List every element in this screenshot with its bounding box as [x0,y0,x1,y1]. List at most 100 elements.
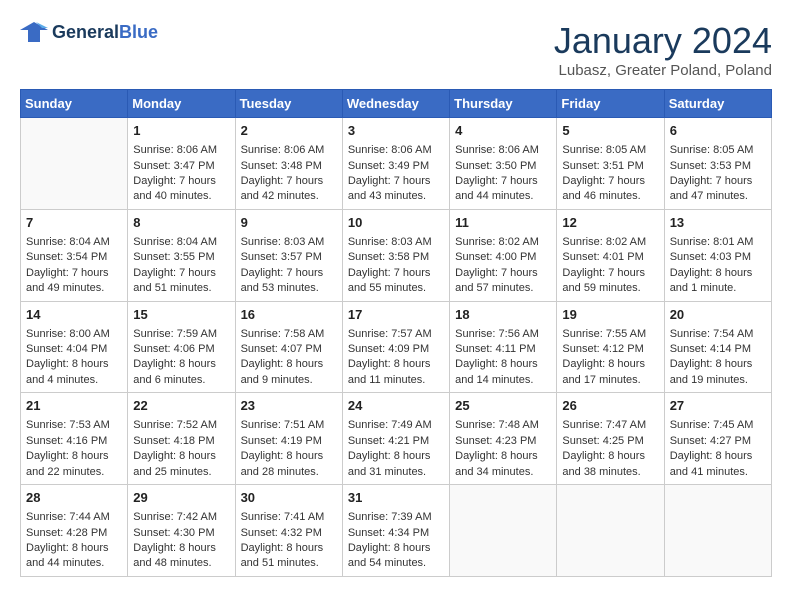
day-number: 13 [670,214,766,232]
day-info: Sunrise: 7:53 AMSunset: 4:16 PMDaylight:… [26,418,122,480]
day-info: Sunrise: 8:02 AMSunset: 4:01 PMDaylight:… [562,235,658,297]
calendar-cell: 4 Sunrise: 8:06 AMSunset: 3:50 PMDayligh… [450,118,557,210]
calendar-cell: 13 Sunrise: 8:01 AMSunset: 4:03 PMDaylig… [664,209,771,301]
day-info: Sunrise: 8:00 AMSunset: 4:04 PMDaylight:… [26,327,122,389]
day-number: 28 [26,489,122,507]
header-monday: Monday [128,90,235,118]
day-number: 22 [133,397,229,415]
day-info: Sunrise: 8:03 AMSunset: 3:58 PMDaylight:… [348,235,444,297]
day-number: 18 [455,306,551,324]
calendar-cell: 16 Sunrise: 7:58 AMSunset: 4:07 PMDaylig… [235,301,342,393]
header-saturday: Saturday [664,90,771,118]
day-number: 19 [562,306,658,324]
day-number: 29 [133,489,229,507]
day-info: Sunrise: 7:51 AMSunset: 4:19 PMDaylight:… [241,418,337,480]
calendar-week-row: 7 Sunrise: 8:04 AMSunset: 3:54 PMDayligh… [21,209,772,301]
calendar-week-row: 21 Sunrise: 7:53 AMSunset: 4:16 PMDaylig… [21,393,772,485]
calendar-header-row: SundayMondayTuesdayWednesdayThursdayFrid… [21,90,772,118]
calendar-cell: 24 Sunrise: 7:49 AMSunset: 4:21 PMDaylig… [342,393,449,485]
day-number: 20 [670,306,766,324]
calendar-cell: 28 Sunrise: 7:44 AMSunset: 4:28 PMDaylig… [21,485,128,577]
day-number: 10 [348,214,444,232]
calendar-cell: 6 Sunrise: 8:05 AMSunset: 3:53 PMDayligh… [664,118,771,210]
day-number: 3 [348,122,444,140]
day-number: 11 [455,214,551,232]
calendar-cell: 27 Sunrise: 7:45 AMSunset: 4:27 PMDaylig… [664,393,771,485]
day-number: 27 [670,397,766,415]
day-number: 21 [26,397,122,415]
day-info: Sunrise: 7:56 AMSunset: 4:11 PMDaylight:… [455,327,551,389]
day-number: 24 [348,397,444,415]
calendar-cell: 21 Sunrise: 7:53 AMSunset: 4:16 PMDaylig… [21,393,128,485]
day-info: Sunrise: 8:05 AMSunset: 3:53 PMDaylight:… [670,143,766,205]
month-title: January 2024 [554,20,772,62]
day-number: 15 [133,306,229,324]
calendar-cell [450,485,557,577]
header-tuesday: Tuesday [235,90,342,118]
calendar-week-row: 14 Sunrise: 8:00 AMSunset: 4:04 PMDaylig… [21,301,772,393]
calendar-cell: 10 Sunrise: 8:03 AMSunset: 3:58 PMDaylig… [342,209,449,301]
day-info: Sunrise: 7:48 AMSunset: 4:23 PMDaylight:… [455,418,551,480]
day-info: Sunrise: 8:06 AMSunset: 3:50 PMDaylight:… [455,143,551,205]
calendar-cell: 22 Sunrise: 7:52 AMSunset: 4:18 PMDaylig… [128,393,235,485]
calendar-cell: 11 Sunrise: 8:02 AMSunset: 4:00 PMDaylig… [450,209,557,301]
header-sunday: Sunday [21,90,128,118]
day-number: 23 [241,397,337,415]
calendar-cell: 15 Sunrise: 7:59 AMSunset: 4:06 PMDaylig… [128,301,235,393]
day-number: 14 [26,306,122,324]
day-info: Sunrise: 8:05 AMSunset: 3:51 PMDaylight:… [562,143,658,205]
title-block: January 2024 Lubasz, Greater Poland, Pol… [554,20,772,79]
day-info: Sunrise: 7:52 AMSunset: 4:18 PMDaylight:… [133,418,229,480]
day-info: Sunrise: 7:55 AMSunset: 4:12 PMDaylight:… [562,327,658,389]
day-number: 12 [562,214,658,232]
day-info: Sunrise: 7:59 AMSunset: 4:06 PMDaylight:… [133,327,229,389]
day-info: Sunrise: 8:06 AMSunset: 3:47 PMDaylight:… [133,143,229,205]
day-number: 26 [562,397,658,415]
logo-text: GeneralBlue [52,22,158,43]
calendar-table: SundayMondayTuesdayWednesdayThursdayFrid… [20,89,772,577]
day-number: 6 [670,122,766,140]
day-info: Sunrise: 8:06 AMSunset: 3:49 PMDaylight:… [348,143,444,205]
calendar-cell: 14 Sunrise: 8:00 AMSunset: 4:04 PMDaylig… [21,301,128,393]
day-info: Sunrise: 7:49 AMSunset: 4:21 PMDaylight:… [348,418,444,480]
day-info: Sunrise: 7:57 AMSunset: 4:09 PMDaylight:… [348,327,444,389]
day-number: 17 [348,306,444,324]
day-info: Sunrise: 7:54 AMSunset: 4:14 PMDaylight:… [670,327,766,389]
calendar-week-row: 28 Sunrise: 7:44 AMSunset: 4:28 PMDaylig… [21,485,772,577]
day-info: Sunrise: 8:01 AMSunset: 4:03 PMDaylight:… [670,235,766,297]
logo-icon [20,20,48,44]
day-number: 16 [241,306,337,324]
calendar-cell: 31 Sunrise: 7:39 AMSunset: 4:34 PMDaylig… [342,485,449,577]
calendar-cell: 3 Sunrise: 8:06 AMSunset: 3:49 PMDayligh… [342,118,449,210]
calendar-cell: 12 Sunrise: 8:02 AMSunset: 4:01 PMDaylig… [557,209,664,301]
logo: GeneralBlue [20,20,158,44]
location: Lubasz, Greater Poland, Poland [554,62,772,79]
calendar-cell: 23 Sunrise: 7:51 AMSunset: 4:19 PMDaylig… [235,393,342,485]
day-info: Sunrise: 8:04 AMSunset: 3:54 PMDaylight:… [26,235,122,297]
day-info: Sunrise: 7:41 AMSunset: 4:32 PMDaylight:… [241,510,337,572]
calendar-cell: 9 Sunrise: 8:03 AMSunset: 3:57 PMDayligh… [235,209,342,301]
calendar-cell: 1 Sunrise: 8:06 AMSunset: 3:47 PMDayligh… [128,118,235,210]
day-info: Sunrise: 8:06 AMSunset: 3:48 PMDaylight:… [241,143,337,205]
day-number: 8 [133,214,229,232]
calendar-cell: 30 Sunrise: 7:41 AMSunset: 4:32 PMDaylig… [235,485,342,577]
day-number: 5 [562,122,658,140]
calendar-cell [664,485,771,577]
day-info: Sunrise: 7:39 AMSunset: 4:34 PMDaylight:… [348,510,444,572]
calendar-week-row: 1 Sunrise: 8:06 AMSunset: 3:47 PMDayligh… [21,118,772,210]
day-number: 9 [241,214,337,232]
header-thursday: Thursday [450,90,557,118]
day-info: Sunrise: 7:45 AMSunset: 4:27 PMDaylight:… [670,418,766,480]
day-number: 2 [241,122,337,140]
day-info: Sunrise: 8:02 AMSunset: 4:00 PMDaylight:… [455,235,551,297]
day-info: Sunrise: 8:03 AMSunset: 3:57 PMDaylight:… [241,235,337,297]
day-number: 4 [455,122,551,140]
page-header: GeneralBlue January 2024 Lubasz, Greater… [20,20,772,79]
calendar-cell: 25 Sunrise: 7:48 AMSunset: 4:23 PMDaylig… [450,393,557,485]
calendar-cell: 20 Sunrise: 7:54 AMSunset: 4:14 PMDaylig… [664,301,771,393]
calendar-cell: 17 Sunrise: 7:57 AMSunset: 4:09 PMDaylig… [342,301,449,393]
calendar-cell [21,118,128,210]
day-info: Sunrise: 7:42 AMSunset: 4:30 PMDaylight:… [133,510,229,572]
calendar-cell: 18 Sunrise: 7:56 AMSunset: 4:11 PMDaylig… [450,301,557,393]
day-info: Sunrise: 7:47 AMSunset: 4:25 PMDaylight:… [562,418,658,480]
